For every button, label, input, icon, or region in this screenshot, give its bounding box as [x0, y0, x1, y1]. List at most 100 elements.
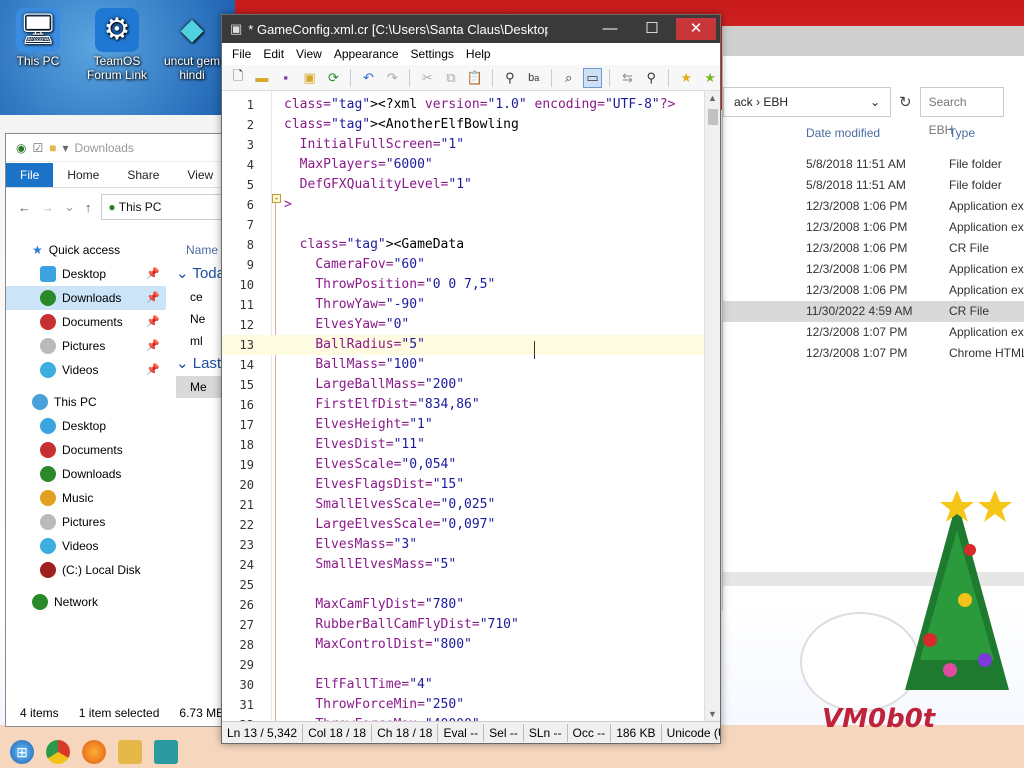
ebh-search-input[interactable]: Search EBH	[919, 87, 1004, 137]
desktop-icon-this-pc[interactable]: 🖥 This PC	[6, 8, 70, 68]
code-line[interactable]: 12 ElvesYaw="0"	[222, 315, 706, 335]
desktop-icon-teamos[interactable]: ⚙ TeamOS Forum Link	[85, 8, 149, 82]
table-row-selected[interactable]: 11/30/2022 4:59 AM CR File	[723, 301, 1024, 322]
code-line[interactable]: 18 ElvesDist="11"	[222, 435, 706, 455]
code-line[interactable]: 9 CameraFov="60"	[222, 255, 706, 275]
chrome-icon[interactable]	[46, 740, 70, 764]
code-line[interactable]: 25	[222, 575, 706, 595]
find-icon[interactable]: ⚲	[500, 68, 520, 88]
minimize-button[interactable]: —	[590, 18, 630, 40]
pin-icon[interactable]: 📌	[146, 286, 160, 310]
editor-taskbar-icon[interactable]	[154, 740, 178, 764]
code-line[interactable]: 21 SmallElvesScale="0,025"	[222, 495, 706, 515]
maximize-button[interactable]: ☐	[632, 18, 672, 40]
nav-this-pc[interactable]: This PC	[6, 390, 166, 414]
menu-edit[interactable]: Edit	[257, 43, 290, 65]
nav-videos[interactable]: Videos 📌	[6, 358, 166, 382]
code-line[interactable]: 23 ElvesMass="3"	[222, 535, 706, 555]
nav-local-disk[interactable]: (C:) Local Disk	[6, 558, 166, 582]
sync-icon[interactable]: ⇆	[617, 68, 637, 88]
code-line[interactable]: 22 LargeElvesScale="0,097"	[222, 515, 706, 535]
table-row[interactable]: 12/3/2008 1:07 PM Chrome HTML	[723, 343, 1024, 364]
pin-icon[interactable]: 📌	[146, 358, 160, 382]
chevron-down-icon[interactable]: ⌄	[870, 95, 880, 109]
redo-icon[interactable]: ↷	[382, 68, 402, 88]
back-arrow-icon[interactable]: ◉	[16, 141, 26, 155]
reload-icon[interactable]: ⟳	[324, 68, 344, 88]
table-row[interactable]: 12/3/2008 1:06 PM Application ex	[723, 217, 1024, 238]
ebh-address-bar[interactable]: ack › EBH ⌄	[723, 87, 891, 117]
save-icon[interactable]: ▪	[276, 68, 296, 88]
table-row[interactable]: 12/3/2008 1:06 PM Application ex	[723, 280, 1024, 301]
undo-icon[interactable]: ↶	[358, 68, 378, 88]
back-icon[interactable]: ←	[18, 200, 31, 215]
code-line[interactable]: 16 FirstElfDist="834,86"	[222, 395, 706, 415]
table-row[interactable]: 12/3/2008 1:06 PM Application ex	[723, 259, 1024, 280]
code-line[interactable]: 30 ElfFallTime="4"	[222, 675, 706, 695]
column-date-modified[interactable]: Date modified	[806, 126, 880, 140]
table-row[interactable]: 12/3/2008 1:06 PM Application ex	[723, 196, 1024, 217]
save-all-icon[interactable]: ▣	[300, 68, 320, 88]
code-line[interactable]: 31 ThrowForceMin="250"	[222, 695, 706, 715]
code-line[interactable]: 28 MaxControlDist="800"	[222, 635, 706, 655]
table-row[interactable]: 12/3/2008 1:07 PM Application ex	[723, 322, 1024, 343]
copy-icon[interactable]: ⧉	[441, 68, 461, 88]
code-editor[interactable]: - 1 class="tag"><?xml version="1.0" encod…	[222, 91, 706, 721]
new-file-icon[interactable]: 🗋	[228, 68, 248, 88]
chevron-down-icon[interactable]: ⌄	[64, 199, 75, 215]
pin-icon[interactable]: 📌	[146, 334, 160, 358]
zoom-icon[interactable]: ⌕	[559, 68, 579, 88]
refresh-icon[interactable]: ↻	[899, 93, 912, 111]
code-line[interactable]: 4 MaxPlayers="6000"	[222, 155, 706, 175]
code-line[interactable]: 2 class="tag"><AnotherElfBowling	[222, 115, 706, 135]
nav-network[interactable]: Network	[6, 590, 166, 614]
nav-quick-access[interactable]: ★ Quick access	[6, 238, 166, 262]
explorer-address-bar[interactable]: ● This PC	[101, 194, 228, 220]
find-in-files-icon[interactable]: ⚲	[641, 68, 661, 88]
code-line[interactable]: 1 class="tag"><?xml version="1.0" encodin…	[222, 95, 706, 115]
menu-appearance[interactable]: Appearance	[328, 43, 405, 65]
scroll-down-icon[interactable]: ▼	[708, 709, 717, 719]
menu-view[interactable]: View	[290, 43, 328, 65]
nav-pc-music[interactable]: Music	[6, 486, 166, 510]
code-line[interactable]: 24 SmallElvesMass="5"	[222, 555, 706, 575]
code-line[interactable]: 20 ElvesFlagsDist="15"	[222, 475, 706, 495]
code-line[interactable]: 3 InitialFullScreen="1"	[222, 135, 706, 155]
open-folder-icon[interactable]: ▬	[252, 68, 272, 88]
firefox-icon[interactable]	[82, 740, 106, 764]
code-line[interactable]: 14 BallMass="100"	[222, 355, 706, 375]
desktop-icon-gem[interactable]: ◆ uncut gem hindi	[160, 8, 224, 83]
code-line[interactable]: 13 BallRadius="5"	[222, 335, 706, 355]
editor-title-bar[interactable]: ▣ * GameConfig.xml.cr [C:\Users\Santa Cl…	[222, 15, 720, 43]
file-explorer-icon[interactable]	[118, 740, 142, 764]
table-row[interactable]: 5/8/2018 11:51 AM File folder	[723, 154, 1024, 175]
pin-icon[interactable]: 📌	[146, 310, 160, 334]
favorite-icon[interactable]: ★	[676, 68, 696, 88]
nav-pc-desktop[interactable]: Desktop	[6, 414, 166, 438]
menu-file[interactable]: File	[226, 43, 257, 65]
menu-settings[interactable]: Settings	[405, 43, 460, 65]
code-line[interactable]: 27 RubberBallCamFlyDist="710"	[222, 615, 706, 635]
nav-pc-downloads[interactable]: Downloads	[6, 462, 166, 486]
code-line[interactable]: 5 DefGFXQualityLevel="1"	[222, 175, 706, 195]
close-button[interactable]: ✕	[676, 18, 716, 40]
nav-pictures[interactable]: Pictures 📌	[6, 334, 166, 358]
paste-icon[interactable]: 📋	[465, 68, 485, 88]
scrollbar-thumb[interactable]	[708, 109, 718, 125]
code-line[interactable]: 11 ThrowYaw="-90"	[222, 295, 706, 315]
column-type[interactable]: Type	[949, 126, 975, 140]
ribbon-tab-home[interactable]: Home	[53, 163, 113, 187]
cut-icon[interactable]: ✂	[417, 68, 437, 88]
ribbon-tab-share[interactable]: Share	[113, 163, 173, 187]
nav-desktop[interactable]: Desktop 📌	[6, 262, 166, 286]
code-line[interactable]: 15 LargeBallMass="200"	[222, 375, 706, 395]
add-favorite-icon[interactable]: ★	[700, 68, 720, 88]
up-icon[interactable]: ↑	[85, 200, 92, 215]
table-row[interactable]: 12/3/2008 1:06 PM CR File	[723, 238, 1024, 259]
nav-pc-videos[interactable]: Videos	[6, 534, 166, 558]
replace-icon[interactable]: ba	[524, 68, 544, 88]
editor-vscrollbar[interactable]: ▲ ▼	[704, 91, 720, 721]
nav-downloads[interactable]: Downloads 📌	[6, 286, 166, 310]
nav-pc-documents[interactable]: Documents	[6, 438, 166, 462]
menu-help[interactable]: Help	[460, 43, 497, 65]
